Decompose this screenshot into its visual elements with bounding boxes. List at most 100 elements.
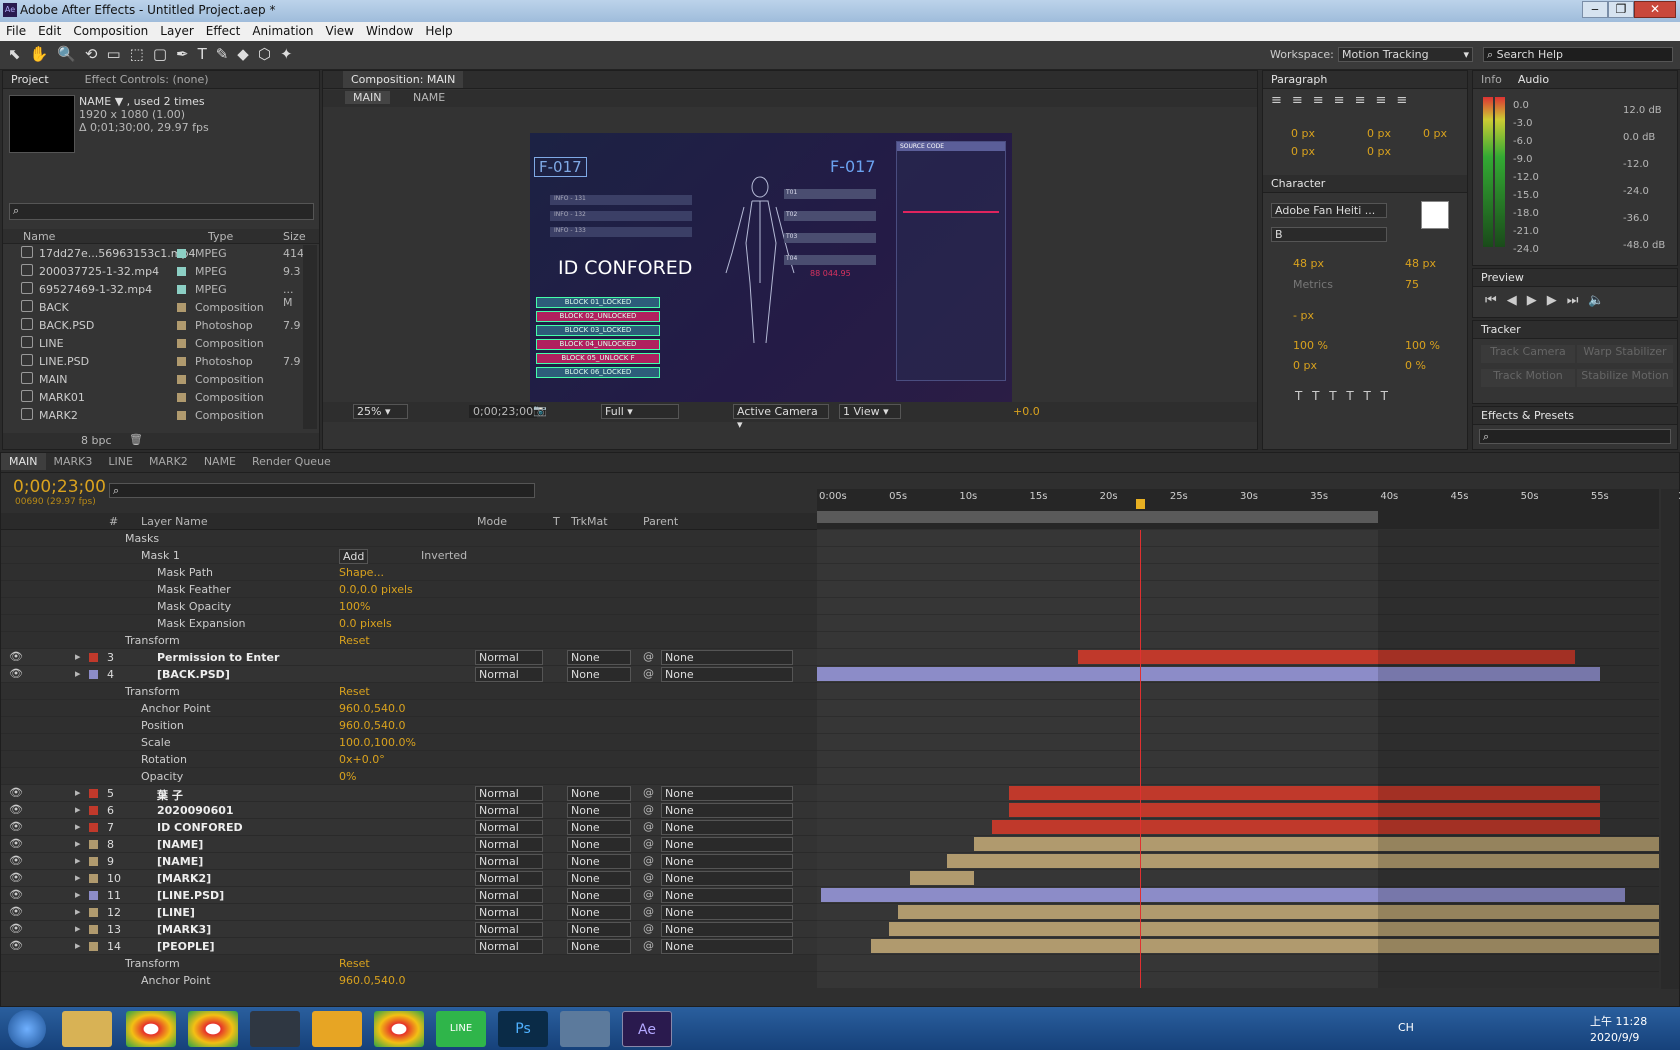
col-number[interactable]: # — [109, 515, 118, 528]
chrome-icon-3[interactable] — [374, 1011, 424, 1047]
property-value[interactable]: 0.0,0.0 pixels — [339, 583, 413, 596]
pickwhip-icon[interactable]: @ — [643, 854, 654, 867]
eye-icon[interactable]: 👁 — [9, 871, 23, 884]
layer-label-color[interactable] — [89, 857, 98, 866]
horizontal-scale[interactable]: 100 % — [1405, 339, 1440, 352]
mode-select[interactable]: Normal — [475, 667, 543, 682]
property-row[interactable]: Rotation 0x+0.0° — [1, 751, 817, 768]
parent-select[interactable]: None — [661, 854, 793, 869]
project-scrollbar[interactable] — [303, 245, 317, 429]
comp-viewer[interactable]: F-017 F-017 ID CONFORED INFO - 131 INFO -… — [530, 133, 1012, 405]
project-item[interactable]: BACK.PSD Photoshop 7.9 — [3, 317, 303, 334]
layer-name[interactable]: [BACK.PSD] — [157, 668, 230, 681]
trkmat-select[interactable]: None — [567, 871, 631, 886]
track-camera-button[interactable]: Track Camera — [1481, 345, 1575, 363]
label-color[interactable] — [177, 321, 186, 330]
trkmat-select[interactable]: None — [567, 888, 631, 903]
col-size[interactable]: Size — [283, 230, 306, 243]
layer-duration-bar[interactable] — [909, 871, 974, 885]
pickwhip-icon[interactable]: @ — [643, 820, 654, 833]
project-item[interactable]: LINE Composition — [3, 335, 303, 352]
tab-main[interactable]: MAIN — [1, 453, 46, 470]
property-row[interactable]: Mask Feather 0.0,0.0 pixels — [1, 581, 817, 598]
layer-name[interactable]: [PEOPLE] — [157, 940, 215, 953]
stabilize-motion-button[interactable]: Stabilize Motion — [1577, 369, 1673, 387]
trkmat-select[interactable]: None — [567, 905, 631, 920]
tab-line[interactable]: LINE — [100, 453, 141, 470]
menu-composition[interactable]: Composition — [67, 22, 154, 40]
col-t[interactable]: T — [553, 515, 560, 528]
trkmat-select[interactable]: None — [567, 786, 631, 801]
comp-time[interactable]: 0;00;23;00 — [469, 405, 538, 418]
twirl-arrow-icon[interactable]: ▸ — [75, 871, 81, 884]
pickwhip-icon[interactable]: @ — [643, 837, 654, 850]
property-value[interactable]: 0x+0.0° — [339, 753, 385, 766]
layer-row[interactable]: 👁 ▸ 8 [NAME] Normal None @ None — [1, 836, 817, 853]
property-value[interactable]: Reset — [339, 957, 370, 970]
menu-window[interactable]: Window — [360, 22, 419, 40]
pickwhip-icon[interactable]: @ — [643, 888, 654, 901]
layer-row[interactable]: 👁 ▸ 10 [MARK2] Normal None @ None — [1, 870, 817, 887]
mode-select[interactable]: Normal — [475, 871, 543, 886]
close-button[interactable]: ✕ — [1634, 1, 1676, 18]
layer-label-color[interactable] — [89, 840, 98, 849]
project-item[interactable]: LINE.PSD Photoshop 7.9 — [3, 353, 303, 370]
pickwhip-icon[interactable]: @ — [643, 939, 654, 952]
nox-icon[interactable] — [250, 1011, 300, 1047]
exposure-value[interactable]: +0.0 — [1013, 405, 1040, 418]
font-size[interactable]: 48 px — [1293, 257, 1324, 270]
layer-name[interactable]: [NAME] — [157, 838, 203, 851]
property-row[interactable]: Opacity 0% — [1, 768, 817, 785]
property-row[interactable]: Position 960.0,540.0 — [1, 717, 817, 734]
current-time-indicator[interactable] — [1135, 499, 1145, 509]
layer-row[interactable]: 👁 ▸ 4 [BACK.PSD] Normal None @ None — [1, 666, 817, 683]
property-row[interactable]: Transform Reset — [1, 632, 817, 649]
project-item[interactable]: 69527469-1-32.mp4 MPEG... M — [3, 281, 303, 309]
eye-icon[interactable]: 👁 — [9, 939, 23, 952]
project-item[interactable]: MARK01 Composition — [3, 389, 303, 406]
tab-character[interactable]: Character — [1263, 175, 1333, 192]
tool-icons[interactable]: ⬉✋🔍⟲▭⬚▢✒T✎◆⬡✦ — [8, 45, 302, 63]
project-item[interactable]: MAIN Composition — [3, 371, 303, 388]
pickwhip-icon[interactable]: @ — [643, 667, 654, 680]
eye-icon[interactable]: 👁 — [9, 854, 23, 867]
indent-left[interactable]: 0 px — [1291, 127, 1315, 140]
layer-name[interactable]: 葉 子 — [157, 787, 183, 803]
fill-color-swatch[interactable] — [1421, 201, 1449, 229]
label-color[interactable] — [177, 357, 186, 366]
layer-name[interactable]: Permission to Enter — [157, 651, 279, 664]
label-color[interactable] — [177, 411, 186, 420]
parent-select[interactable]: None — [661, 820, 793, 835]
eye-icon[interactable]: 👁 — [9, 650, 23, 663]
eye-icon[interactable]: 👁 — [9, 820, 23, 833]
property-value[interactable]: 100% — [339, 600, 370, 613]
align-buttons[interactable]: ≡≡≡≡≡≡≡ — [1271, 93, 1417, 108]
start-button[interactable] — [8, 1010, 46, 1048]
tab-render-queue[interactable]: Render Queue — [244, 453, 339, 470]
menu-animation[interactable]: Animation — [246, 22, 319, 40]
property-row[interactable]: Mask Expansion 0.0 pixels — [1, 615, 817, 632]
trkmat-select[interactable]: None — [567, 939, 631, 954]
layer-name[interactable]: [NAME] — [157, 855, 203, 868]
twirl-arrow-icon[interactable]: ▸ — [75, 888, 81, 901]
mode-select[interactable]: Normal — [475, 803, 543, 818]
mode-select[interactable]: Normal — [475, 854, 543, 869]
time-ruler[interactable]: 0:00s05s10s15s20s25s30s35s40s45s50s55s01… — [817, 489, 1680, 529]
twirl-arrow-icon[interactable]: ▸ — [75, 667, 81, 680]
property-value[interactable]: 100.0,100.0% — [339, 736, 416, 749]
property-row[interactable]: Mask Opacity 100% — [1, 598, 817, 615]
layer-name[interactable]: [MARK2] — [157, 872, 211, 885]
photos-icon[interactable] — [560, 1011, 610, 1047]
trkmat-select[interactable]: None — [567, 854, 631, 869]
bpc-button[interactable]: 8 bpc — [81, 434, 112, 447]
layer-row[interactable]: 👁 ▸ 9 [NAME] Normal None @ None — [1, 853, 817, 870]
menu-help[interactable]: Help — [419, 22, 458, 40]
pickwhip-icon[interactable]: @ — [643, 922, 654, 935]
menu-view[interactable]: View — [320, 22, 360, 40]
resolution-select[interactable]: Full ▾ — [601, 404, 679, 419]
eye-icon[interactable]: 👁 — [9, 922, 23, 935]
label-color[interactable] — [177, 285, 186, 294]
menu-edit[interactable]: Edit — [32, 22, 67, 40]
parent-select[interactable]: None — [661, 667, 793, 682]
inverted-checkbox[interactable]: Inverted — [421, 549, 467, 562]
